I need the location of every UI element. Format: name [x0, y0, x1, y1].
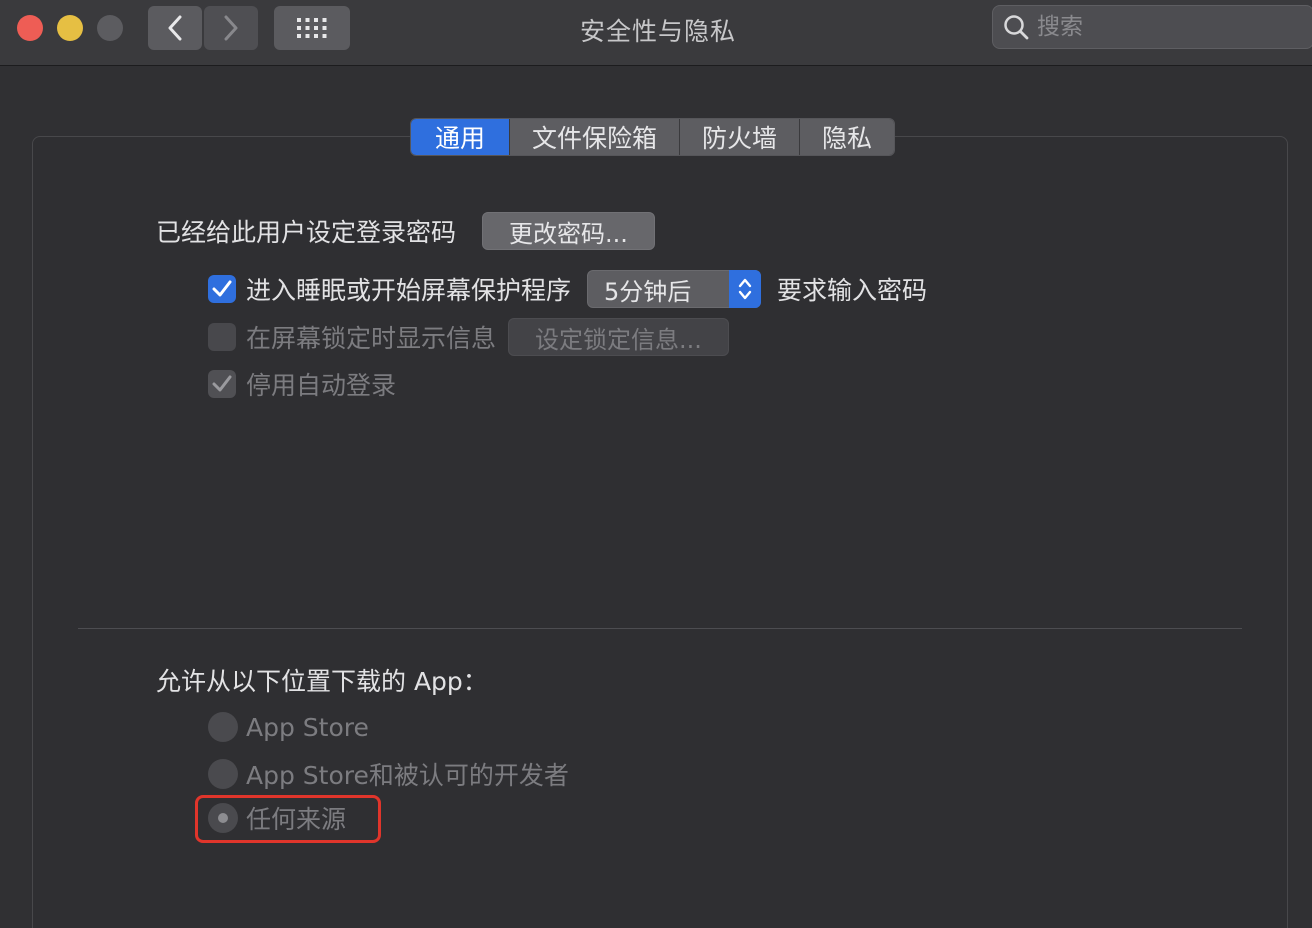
- auto-login-row: 停用自动登录: [208, 366, 396, 402]
- change-password-button[interactable]: 更改密码...: [482, 212, 655, 250]
- show-all-button[interactable]: [274, 6, 350, 50]
- window-title: 安全性与隐私: [579, 17, 736, 46]
- checkmark-icon: [212, 280, 232, 297]
- require-password-label: 进入睡眠或开始屏幕保护程序: [246, 276, 572, 305]
- require-password-checkbox[interactable]: [208, 275, 236, 303]
- lock-message-label: 在屏幕锁定时显示信息: [246, 324, 497, 353]
- allow-apps-heading: 允许从以下位置下载的 App：: [156, 667, 488, 696]
- disable-auto-login-label: 停用自动登录: [246, 371, 397, 400]
- require-password-suffix: 要求输入密码: [777, 276, 928, 305]
- search-icon: [1004, 15, 1029, 40]
- chevron-right-icon: [224, 15, 238, 41]
- radio-button[interactable]: [208, 712, 238, 742]
- require-password-row: 进入睡眠或开始屏幕保护程序 5分钟后 要求输入密码: [208, 270, 927, 308]
- tab-firewall[interactable]: 防火墙: [680, 119, 801, 155]
- login-password-row: 已经给此用户设定登录密码 更改密码...: [156, 212, 655, 250]
- lock-message-row: 在屏幕锁定时显示信息 设定锁定信息...: [208, 318, 729, 356]
- radio-button[interactable]: [208, 759, 238, 789]
- chevron-updown-icon: [738, 278, 752, 300]
- section-divider: [78, 628, 1242, 629]
- radio-app-store-identified[interactable]: App Store和被认可的开发者: [208, 756, 569, 792]
- lock-message-checkbox[interactable]: [208, 323, 236, 351]
- allow-apps-heading-row: 允许从以下位置下载的 App：: [156, 662, 488, 698]
- tab-bar: 通用 文件保险箱 防火墙 隐私: [410, 118, 896, 156]
- radio-label: App Store和被认可的开发者: [246, 761, 569, 790]
- title-bar: 安全性与隐私: [0, 0, 1312, 66]
- password-delay-value: 5分钟后: [604, 277, 692, 306]
- select-arrows: [729, 270, 762, 308]
- search-field[interactable]: [992, 5, 1312, 49]
- checkmark-icon: [212, 375, 232, 392]
- forward-button[interactable]: [204, 6, 258, 50]
- search-input[interactable]: [1037, 14, 1297, 40]
- tab-filevault[interactable]: 文件保险箱: [510, 119, 681, 155]
- grid-icon: [297, 18, 327, 38]
- radio-app-store[interactable]: App Store: [208, 712, 369, 742]
- radio-label: App Store: [246, 712, 369, 742]
- zoom-window-button[interactable]: [97, 15, 123, 41]
- tab-general[interactable]: 通用: [411, 119, 511, 155]
- minimize-window-button[interactable]: [57, 15, 83, 41]
- set-lock-message-button[interactable]: 设定锁定信息...: [508, 318, 729, 356]
- tab-privacy[interactable]: 隐私: [800, 119, 895, 155]
- password-delay-select[interactable]: 5分钟后: [587, 270, 762, 308]
- highlight-annotation-box: [195, 795, 381, 843]
- login-password-label: 已经给此用户设定登录密码: [156, 218, 457, 247]
- back-button[interactable]: [148, 6, 202, 50]
- close-window-button[interactable]: [17, 15, 43, 41]
- chevron-left-icon: [168, 15, 182, 41]
- disable-auto-login-checkbox[interactable]: [208, 370, 236, 398]
